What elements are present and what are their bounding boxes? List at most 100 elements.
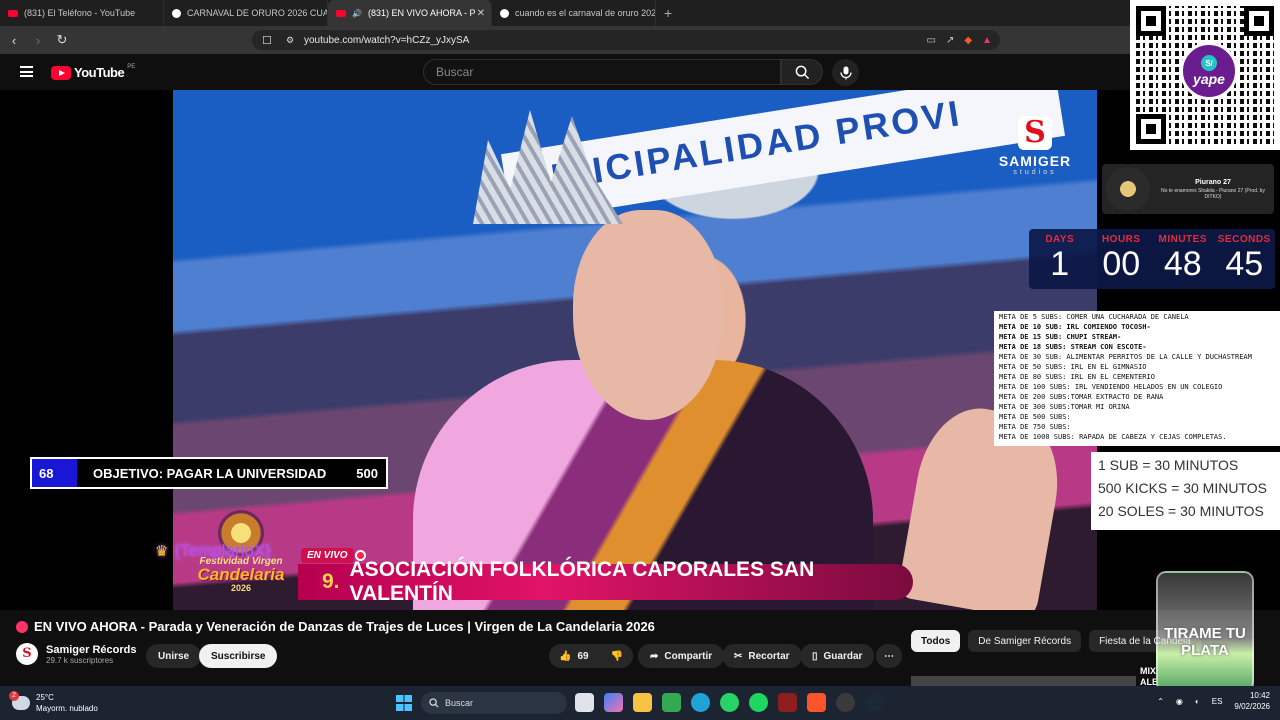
taskbar-search[interactable]: Buscar (421, 692, 567, 714)
song-subtitle: No te enamores Shakita - Piurano 27 (Pro… (1161, 187, 1265, 200)
video-info: EN VIVO AHORA - Parada y Veneración de D… (0, 610, 1280, 687)
lower-third-text: ASOCIACIÓN FOLKLÓRICA CAPORALES SAN VALE… (349, 558, 815, 605)
sub-goal-line: META DE 300 SUBS:TOMAR MI ORINA (999, 403, 1130, 411)
countdown-hours: HOURS 00 (1101, 234, 1141, 283)
site-info-icon[interactable]: ⚙ (286, 35, 294, 46)
chip-de-samiger[interactable]: De Samiger Récords (968, 630, 1082, 652)
language-indicator[interactable]: ES (1212, 697, 1223, 706)
thumbs-down-icon: 👎 (610, 650, 623, 662)
clip-button[interactable]: ✂ Recortar (722, 644, 802, 668)
like-dislike-group: 👍 69 👎 (549, 644, 633, 668)
bookmark-icon[interactable]: ☐ (262, 34, 272, 47)
back-icon[interactable]: ‹ (4, 33, 24, 48)
reload-icon[interactable]: ↻ (52, 32, 72, 48)
tab-el-telefono[interactable]: (831) El Teléfono - YouTube (0, 0, 164, 26)
sub-goal-line: META DE 1000 SUBS: RAPADA DE CABEZA Y CE… (999, 433, 1227, 441)
sub-goal-line: META DE 5 SUBS: COMER UNA CUCHARADA DE C… (999, 313, 1189, 321)
copilot-icon[interactable] (604, 693, 623, 712)
brave-rewards-icon[interactable]: ▲ (982, 35, 992, 46)
live-badge: EN VIVO (301, 548, 354, 563)
channel-avatar[interactable]: S (16, 643, 38, 665)
edge-icon[interactable] (691, 693, 710, 712)
obs-icon[interactable] (836, 693, 855, 712)
hamburger-menu-icon[interactable] (20, 66, 33, 77)
save-label: Guardar (823, 650, 863, 662)
subscribe-button[interactable]: Suscribirse (199, 644, 278, 668)
taskbar-search-label: Buscar (445, 698, 474, 708)
more-actions-button[interactable]: ⋯ (876, 644, 902, 668)
voice-search-button[interactable] (832, 59, 859, 86)
weather-widget[interactable]: 2 25°C Mayorm. nublado (9, 691, 98, 714)
forward-icon[interactable]: › (28, 33, 48, 48)
weather-text: Mayorm. nublado (36, 704, 98, 713)
qr-finder-icon (1244, 6, 1274, 36)
share-button[interactable]: ➦ Compartir (638, 644, 725, 668)
qr-finder-icon (1136, 6, 1166, 36)
network-icon[interactable]: ◉ (1176, 697, 1183, 706)
spotify-icon[interactable] (749, 693, 768, 712)
url-field[interactable]: ☐ ⚙ youtube.com/watch?v=hCZz_yJxySA ▭ ↗ … (252, 30, 1000, 50)
goal-bar: 68 OBJETIVO: PAGAR LA UNIVERSIDAD 500 (30, 457, 388, 489)
subscriber-count: 29.7 k suscriptores (46, 655, 114, 665)
whatsapp-icon[interactable] (720, 693, 739, 712)
store-icon[interactable] (662, 693, 681, 712)
youtube-logo[interactable]: YouTube PE (51, 64, 135, 80)
search-input[interactable]: Buscar (423, 59, 781, 85)
temperature: 25°C (36, 693, 54, 702)
brave-shield-icon[interactable]: ◆ (964, 35, 972, 46)
dancer-face (573, 210, 723, 420)
dislike-button[interactable]: 👎 (611, 651, 623, 662)
sub-goal-line: META DE 200 SUBS:TOMAR EXTRACTO DE RANA (999, 393, 1164, 401)
search-icon (795, 65, 809, 79)
share-label: Compartir (664, 650, 713, 662)
scissors-icon: ✂ (734, 650, 743, 662)
save-button[interactable]: ▯ Guardar (800, 644, 875, 668)
thumbs-up-icon: 👍 (559, 650, 572, 662)
samiger-logo: S SAMIGER studios (993, 116, 1077, 177)
yape-logo: S/ yape (1180, 42, 1238, 100)
youtube-play-icon (51, 65, 71, 80)
countdown-timer: DAYS 1 HOURS 00 MINUTES 48 SECONDS 45 (1029, 229, 1275, 289)
file-explorer-icon[interactable] (633, 693, 652, 712)
steam-icon[interactable] (865, 693, 884, 712)
taskbar-apps (575, 693, 884, 712)
task-view-icon[interactable] (575, 693, 594, 712)
yape-brand: yape (1193, 71, 1225, 87)
join-button[interactable]: Unirse (146, 644, 202, 668)
chip-todos[interactable]: Todos (911, 630, 961, 652)
mix-thumbnail[interactable] (911, 676, 1136, 686)
live-indicator-icon (16, 620, 28, 633)
sub-goal-line: META DE 750 SUBS: (999, 423, 1071, 431)
sub-goal-line: META DE 100 SUBS: IRL VENDIENDO HELADOS … (999, 383, 1223, 391)
lower-third-number: 9. (322, 570, 340, 593)
sub-goal-line: META DE 500 SUBS: (999, 413, 1071, 421)
countdown-days: DAYS 1 (1045, 234, 1075, 283)
like-button[interactable]: 👍 69 (559, 651, 589, 662)
channel-name[interactable]: Samiger Récords (46, 644, 136, 656)
rate-line: 20 SOLES = 30 MINUTOS (1098, 503, 1264, 519)
cast-icon[interactable]: ▭ (927, 35, 936, 46)
donation-jar: TIRAME TU PLATA (1156, 571, 1254, 705)
share-icon[interactable]: ↗ (946, 35, 954, 46)
festival-line3: 2026 (230, 583, 252, 593)
dota-icon[interactable] (778, 693, 797, 712)
close-tab-icon[interactable]: ✕ (477, 8, 485, 19)
tab-carnaval-oruro[interactable]: CARNAVAL DE ORURO 2026 CUAND (164, 0, 328, 26)
tab-cuando-es-carnaval[interactable]: cuando es el carnaval de oruro 2026 (492, 0, 656, 26)
brave-icon[interactable] (807, 693, 826, 712)
channel-info[interactable]: S Samiger Récords 29.7 k suscriptores (16, 643, 136, 665)
qr-finder-icon (1136, 114, 1166, 144)
yape-qr-code: S/ yape (1130, 0, 1280, 150)
tab-en-vivo-active[interactable]: 🔊 (831) EN VIVO AHORA - P ✕ (328, 0, 492, 26)
search-button[interactable] (781, 59, 823, 85)
now-playing-widget: Piurano 27 No te enamores Shakita - Piur… (1102, 164, 1274, 214)
video-player[interactable]: UNICIPALIDAD PROVI S SAMIGER studios Fes… (0, 90, 1280, 610)
sub-goal-line: META DE 50 SUBS: IRL EN EL GIMNASIO (999, 363, 1147, 371)
youtube-favicon-icon (336, 9, 346, 17)
tray-chevron-icon[interactable]: ⌃ (1157, 697, 1164, 706)
windows-start-icon[interactable] (396, 695, 412, 711)
volume-icon[interactable]: ◐ (1195, 697, 1200, 706)
new-tab-button[interactable]: + (664, 5, 672, 21)
clock[interactable]: 10:42 9/02/2026 (1234, 690, 1270, 712)
sub-goal-line: META DE 10 SUB: IRL COMIENDO TOCOSH- (999, 323, 1151, 331)
